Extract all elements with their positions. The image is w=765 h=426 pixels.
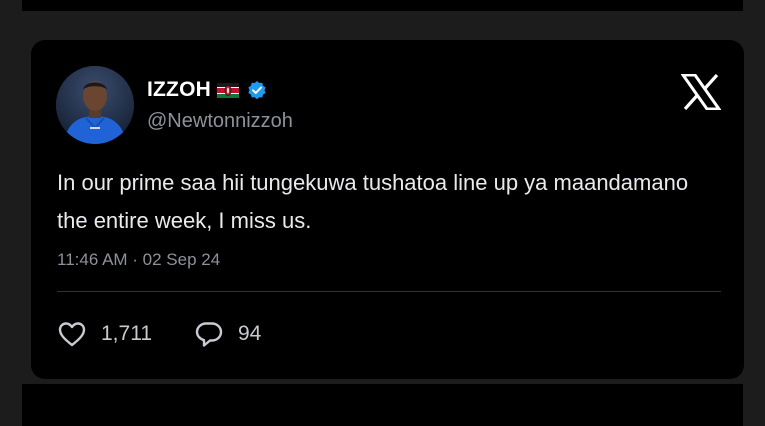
x-logo-icon: [680, 73, 722, 111]
comment-icon: [194, 320, 224, 348]
tweet-text: In our prime saa hii tungekuwa tushatoa …: [57, 170, 689, 233]
author-name-row: IZZOH: [147, 78, 267, 102]
bottom-background-strip: [22, 384, 743, 426]
heart-icon: [57, 320, 87, 348]
avatar-image: [56, 66, 134, 144]
tweet-card[interactable]: IZZOH @Newtonnizzoh In our prime saa hii…: [31, 40, 744, 379]
top-background-strip: [22, 0, 743, 11]
user-handle[interactable]: @Newtonnizzoh: [147, 110, 293, 133]
divider: [57, 291, 721, 292]
screenshot-frame: IZZOH @Newtonnizzoh In our prime saa hii…: [0, 0, 765, 426]
verified-badge-icon: [247, 80, 267, 100]
tweet-timestamp[interactable]: 11:46 AM · 02 Sep 24: [57, 250, 220, 270]
avatar[interactable]: [56, 66, 134, 144]
reply-button[interactable]: 94: [194, 320, 261, 348]
display-name[interactable]: IZZOH: [147, 78, 211, 102]
like-button[interactable]: 1,711: [57, 320, 152, 348]
like-count: 1,711: [101, 322, 152, 345]
kenya-flag-icon: [217, 82, 239, 98]
reply-count: 94: [238, 322, 262, 345]
tweet-actions: 1,711 94: [57, 320, 303, 348]
